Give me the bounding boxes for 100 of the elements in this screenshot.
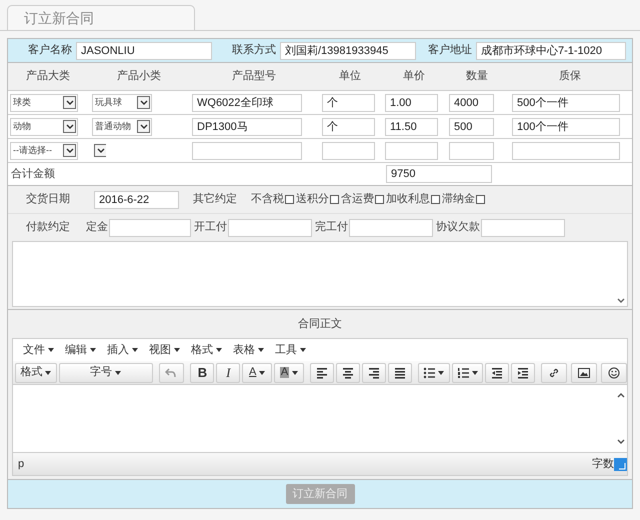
input-field[interactable]: 成都市环球中心7-1-1020	[476, 42, 626, 60]
input-field[interactable]	[109, 218, 191, 236]
caret-icon	[66, 100, 74, 105]
input-field[interactable]	[192, 142, 302, 160]
dropdown[interactable]: 普通动物	[92, 118, 152, 136]
indent-button[interactable]	[511, 362, 536, 382]
caret-icon	[48, 348, 54, 352]
caret-icon	[115, 370, 122, 374]
caret-icon	[472, 370, 478, 374]
input-field[interactable]	[385, 142, 438, 160]
bullet-list-button[interactable]	[418, 362, 450, 382]
align-justify-icon	[394, 366, 406, 378]
dropdown[interactable]	[92, 142, 106, 160]
align-left-button[interactable]	[310, 362, 334, 382]
scroll-up-icon[interactable]	[617, 393, 625, 398]
menu-item[interactable]: 工具	[271, 342, 310, 358]
caret-icon	[300, 348, 306, 352]
input-field[interactable]: 500	[449, 118, 494, 136]
menu-item[interactable]: 编辑	[61, 342, 100, 358]
field-label: 客户地址	[428, 42, 472, 58]
caret-icon	[216, 348, 222, 352]
field-label: 联系方式	[232, 42, 276, 58]
dropdown[interactable]: 玩具球	[92, 94, 152, 112]
resize-handle-icon[interactable]	[614, 458, 627, 470]
input-field[interactable]	[322, 142, 375, 160]
input-field[interactable]	[481, 218, 565, 236]
checkbox[interactable]: 加收利息	[386, 191, 440, 208]
checkbox[interactable]: 不含税	[251, 191, 294, 208]
image-button[interactable]	[571, 362, 598, 382]
background-color-button[interactable]: A	[274, 362, 304, 382]
field-label: 开工付	[194, 220, 227, 236]
scroll-down-icon[interactable]	[617, 298, 625, 303]
input-field[interactable]: 刘国莉/13981933945	[280, 42, 416, 60]
input-field[interactable]: 100个一件	[512, 118, 620, 136]
dropdown[interactable]: 球类	[10, 94, 78, 112]
menu-item[interactable]: 插入	[103, 342, 142, 358]
numbered-list-icon	[456, 366, 469, 378]
caret-icon	[66, 148, 74, 153]
dropdown[interactable]: 动物	[10, 118, 78, 136]
input-field[interactable]: DP1300马	[192, 118, 302, 136]
input-field[interactable]	[349, 218, 433, 236]
caret-icon	[66, 124, 74, 129]
menu-item[interactable]: 表格	[229, 342, 268, 358]
input-field[interactable]: 9750	[386, 165, 492, 183]
link-button[interactable]	[541, 362, 568, 382]
field-label: 定金	[86, 220, 108, 236]
column-header: 单位	[338, 69, 362, 84]
column-header: 数量	[465, 69, 489, 84]
checkbox[interactable]: 含运费	[341, 191, 384, 208]
undo-button[interactable]	[158, 362, 184, 382]
outdent-icon	[491, 366, 504, 378]
input-field[interactable]: 1.00	[385, 94, 438, 112]
bullet-list-icon	[423, 366, 436, 378]
numbered-list-button[interactable]	[452, 362, 484, 382]
element-path: p	[18, 456, 24, 472]
column-header: 产品小类	[116, 68, 162, 84]
column-header: 单价	[402, 69, 426, 84]
input-field[interactable]	[512, 142, 620, 160]
input-field[interactable]: 2016-6-22	[94, 190, 179, 208]
field-label: 协议欠款	[436, 220, 480, 236]
caret-icon	[140, 124, 148, 129]
align-right-icon	[368, 366, 380, 378]
dropdown[interactable]: --请选择--	[10, 142, 78, 160]
size-dropdown[interactable]: 字号	[58, 362, 153, 382]
align-right-button[interactable]	[362, 362, 386, 382]
input-field[interactable]: WQ6022全印球	[192, 94, 302, 112]
field-label: 其它约定	[193, 192, 237, 208]
format-dropdown[interactable]: 格式	[15, 362, 57, 382]
input-field[interactable]: 个	[322, 94, 375, 112]
input-field[interactable]: JASONLIU	[76, 42, 212, 60]
caret-icon	[45, 370, 52, 374]
caret-icon	[258, 348, 264, 352]
input-field[interactable]: 4000	[449, 94, 494, 112]
input-field[interactable]: 500个一件	[512, 94, 620, 112]
align-justify-button[interactable]	[388, 362, 412, 382]
menu-item[interactable]: 格式	[187, 342, 226, 358]
caret-icon	[259, 370, 266, 374]
input-field[interactable]: 11.50	[385, 118, 438, 136]
caret-icon	[96, 148, 104, 153]
italic-button[interactable]: I	[216, 362, 240, 382]
field-label: 交货日期	[26, 192, 71, 208]
text-color-button[interactable]: A	[242, 362, 272, 382]
section-title: 合同正文	[8, 310, 632, 338]
field-label: 客户名称	[28, 42, 72, 58]
emoji-button[interactable]	[601, 362, 627, 382]
scroll-down-icon[interactable]	[617, 439, 625, 444]
outdent-button[interactable]	[485, 362, 510, 382]
column-header: 产品大类	[25, 68, 71, 84]
align-center-button[interactable]	[336, 362, 360, 382]
checkbox[interactable]: 送积分	[296, 191, 339, 208]
caret-icon	[438, 370, 444, 374]
input-field[interactable]	[449, 142, 494, 160]
checkbox[interactable]: 滞纳金	[442, 191, 485, 208]
input-field[interactable]: 个	[322, 118, 375, 136]
input-field[interactable]	[228, 218, 312, 236]
caret-icon	[90, 348, 96, 352]
bold-button[interactable]: B	[190, 362, 214, 382]
link-icon	[548, 366, 560, 378]
menu-item[interactable]: 视图	[145, 342, 184, 358]
menu-item[interactable]: 文件	[19, 342, 58, 358]
